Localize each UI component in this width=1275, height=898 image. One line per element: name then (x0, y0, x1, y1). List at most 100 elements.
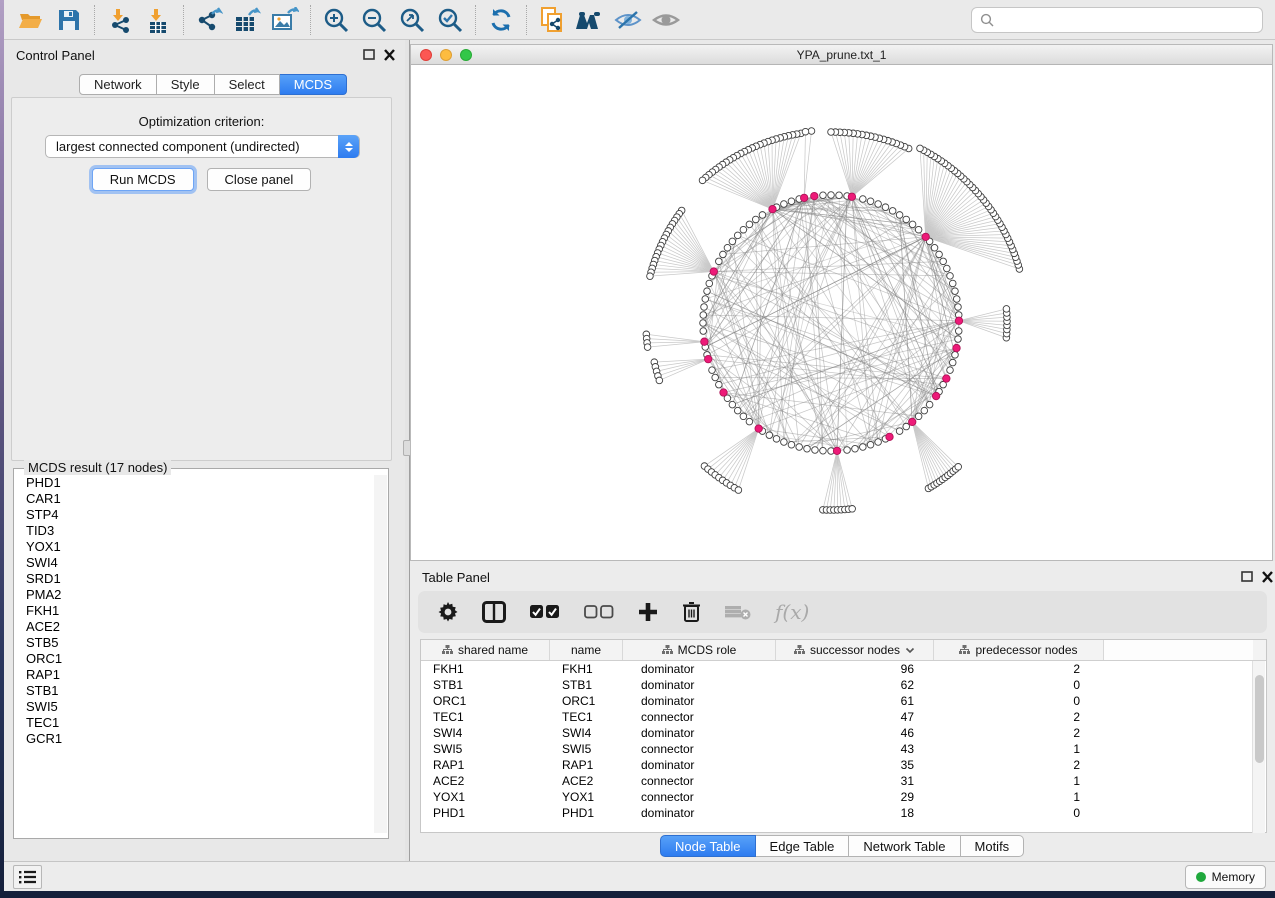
sort-descending-icon (905, 647, 915, 654)
mcds-result-item[interactable]: RAP1 (15, 667, 375, 683)
table-row[interactable]: FKH1FKH1dominator962 (421, 661, 1266, 677)
network-graph[interactable] (411, 65, 1272, 560)
show-column-panel-icon[interactable] (482, 601, 506, 623)
mcds-list-scrollbar[interactable] (374, 475, 387, 833)
mcds-result-item[interactable]: SWI5 (15, 699, 375, 715)
mcds-result-item[interactable]: ORC1 (15, 651, 375, 667)
table-cell: 0 (934, 693, 1092, 709)
close-panel-icon[interactable] (1261, 571, 1274, 583)
add-column-icon[interactable] (638, 602, 658, 622)
zoom-out-button[interactable] (355, 4, 393, 36)
show-all-button[interactable] (647, 4, 685, 36)
tab-mcds[interactable]: MCDS (280, 74, 347, 95)
float-panel-icon[interactable] (363, 49, 376, 61)
show-log-button[interactable] (13, 865, 42, 889)
mcds-result-item[interactable]: YOX1 (15, 539, 375, 555)
list-icon (19, 870, 36, 884)
mcds-result-item[interactable]: SWI4 (15, 555, 375, 571)
float-panel-icon[interactable] (1241, 571, 1254, 583)
zoom-fit-button[interactable] (393, 4, 431, 36)
network-window: YPA_prune.txt_1 (410, 44, 1273, 561)
column-header-successor-nodes[interactable]: successor nodes (776, 640, 934, 660)
mcds-result-item[interactable]: ACE2 (15, 619, 375, 635)
table-cell: YOX1 (433, 789, 550, 805)
apply-layout-button[interactable] (482, 4, 520, 36)
tab-node-table[interactable]: Node Table (660, 835, 756, 857)
table-row[interactable]: ACE2ACE2connector311 (421, 773, 1266, 789)
import-network-button[interactable] (101, 4, 139, 36)
search-input[interactable] (1000, 13, 1254, 28)
tab-network[interactable]: Network (79, 74, 157, 95)
table-cell: 1 (934, 741, 1092, 757)
table-panel-title: Table Panel (422, 570, 490, 585)
table-cell: STB1 (433, 677, 550, 693)
mcds-result-item[interactable]: PMA2 (15, 587, 375, 603)
mcds-result-item[interactable]: STB1 (15, 683, 375, 699)
search-field[interactable] (971, 7, 1263, 33)
table-row[interactable]: PHD1PHD1dominator180 (421, 805, 1266, 821)
table-cell: 2 (934, 709, 1092, 725)
save-session-button[interactable] (50, 4, 88, 36)
table-row[interactable]: STB1STB1dominator620 (421, 677, 1266, 693)
mcds-result-item[interactable]: STB5 (15, 635, 375, 651)
mcds-result-item[interactable]: TEC1 (15, 715, 375, 731)
mcds-result-item[interactable]: CAR1 (15, 491, 375, 507)
tab-network-table[interactable]: Network Table (849, 835, 960, 857)
table-scrollbar[interactable] (1252, 661, 1265, 833)
zoom-in-button[interactable] (317, 4, 355, 36)
network-canvas[interactable] (411, 65, 1272, 560)
close-panel-icon[interactable] (383, 49, 396, 61)
table-row[interactable]: TEC1TEC1connector472 (421, 709, 1266, 725)
table-cell: 1 (934, 773, 1092, 789)
table-cell: 0 (934, 677, 1092, 693)
column-header-name[interactable]: name (550, 640, 623, 660)
run-mcds-button[interactable]: Run MCDS (92, 168, 194, 191)
table-tabs: Node Table Edge Table Network Table Moti… (660, 835, 1024, 857)
table-scrollbar-thumb[interactable] (1255, 675, 1264, 763)
column-header-mcds-role[interactable]: MCDS role (623, 640, 776, 660)
mcds-result-item[interactable]: SRD1 (15, 571, 375, 587)
control-panel-title: Control Panel (16, 48, 95, 63)
zoom-out-icon (361, 7, 387, 33)
zoom-selected-icon (437, 7, 463, 33)
new-network-from-selection-button[interactable] (533, 4, 571, 36)
optimization-criterion-dropdown[interactable]: largest connected component (undirected) (45, 135, 360, 158)
table-row[interactable]: SWI4SWI4dominator462 (421, 725, 1266, 741)
mcds-result-item[interactable]: TID3 (15, 523, 375, 539)
mcds-result-item[interactable]: STP4 (15, 507, 375, 523)
delete-column-icon[interactable] (682, 601, 701, 623)
table-cell: dominator (641, 661, 776, 677)
table-row[interactable]: SWI5SWI5connector431 (421, 741, 1266, 757)
memory-button[interactable]: Memory (1185, 865, 1266, 889)
zoom-selected-button[interactable] (431, 4, 469, 36)
mcds-result-item[interactable]: PHD1 (15, 475, 375, 491)
table-cell: RAP1 (433, 757, 550, 773)
export-network-button[interactable] (190, 4, 228, 36)
deselect-all-checkboxes-icon[interactable] (584, 605, 614, 619)
eye-slash-icon (614, 9, 642, 31)
import-table-button[interactable] (139, 4, 177, 36)
column-header-shared-name[interactable]: shared name (421, 640, 550, 660)
column-header-predecessor-nodes[interactable]: predecessor nodes (934, 640, 1104, 660)
network-window-titlebar[interactable]: YPA_prune.txt_1 (411, 45, 1272, 65)
tab-edge-table[interactable]: Edge Table (756, 835, 850, 857)
mcds-result-item[interactable]: FKH1 (15, 603, 375, 619)
select-all-checkboxes-icon[interactable] (530, 605, 560, 619)
tab-motifs[interactable]: Motifs (961, 835, 1025, 857)
table-row[interactable]: YOX1YOX1connector291 (421, 789, 1266, 805)
export-image-button[interactable] (266, 4, 304, 36)
table-row[interactable]: ORC1ORC1dominator610 (421, 693, 1266, 709)
close-panel-button[interactable]: Close panel (207, 168, 312, 191)
tab-select[interactable]: Select (215, 74, 280, 95)
table-row[interactable]: RAP1RAP1dominator352 (421, 757, 1266, 773)
export-table-button[interactable] (228, 4, 266, 36)
table-cell: 1 (934, 789, 1092, 805)
settings-gear-icon[interactable] (438, 602, 458, 622)
table-panel: Table Panel (410, 561, 1275, 861)
table-toolbar: f(x) (418, 591, 1267, 633)
open-file-button[interactable] (12, 4, 50, 36)
mcds-result-item[interactable]: GCR1 (15, 731, 375, 747)
first-neighbors-button[interactable] (571, 4, 609, 36)
hide-selected-button[interactable] (609, 4, 647, 36)
tab-style[interactable]: Style (157, 74, 215, 95)
